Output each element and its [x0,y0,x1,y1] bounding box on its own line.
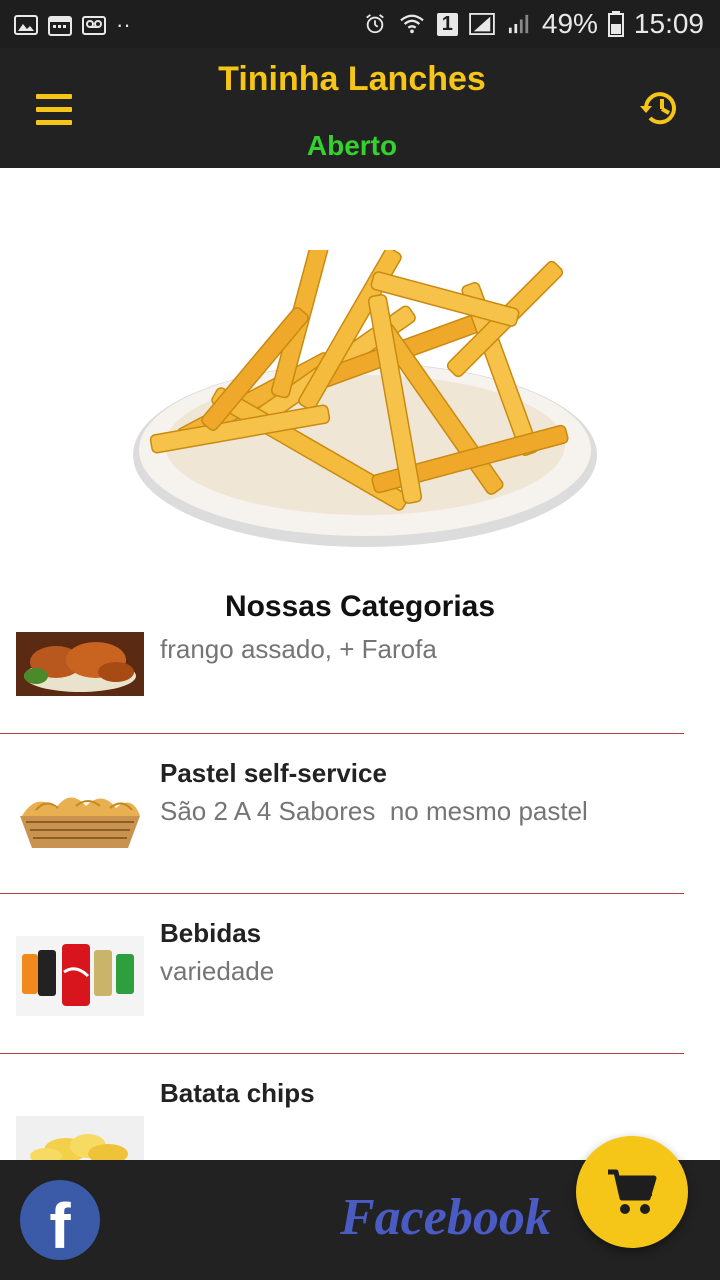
category-description: variedade [160,956,275,986]
cart-button[interactable] [576,1136,688,1248]
battery-percentage: 49% [541,8,598,39]
calendar-icon [48,16,72,36]
alarm-icon [365,14,384,34]
sim-slot-badge: 1 [436,12,458,36]
app-bar: Tininha Lanches Aberto [0,48,720,168]
pastel-basket-image [16,786,144,850]
category-item-bebidas[interactable]: Bebidas variedade [0,894,720,1054]
battery-icon [607,11,624,37]
status-bar: ·· 1 49% 15:09 [0,0,720,48]
category-item-pastel[interactable]: Pastel self-service São 2 A 4 Sabores no… [0,734,720,894]
notification-icons: ·· [14,12,131,38]
more-notifications-icon: ·· [116,12,131,37]
roast-chicken-image [16,632,144,696]
system-indicators: 1 49% 15:09 [363,8,704,40]
open-status: Aberto [306,130,398,161]
facebook-logo-letter: f [49,1190,71,1262]
category-name: Bebidas [160,918,262,948]
category-name: Batata chips [160,1078,315,1108]
categories-heading: Nossas Categorias [224,590,496,623]
history-icon[interactable] [638,86,682,130]
voicemail-icon [82,16,106,35]
gallery-icon [14,15,38,35]
category-item-frango[interactable]: frango assado, + Farofa [0,630,720,734]
soda-cans-image [16,936,144,1016]
facebook-link[interactable]: Facebook [340,1188,551,1247]
store-title: Tininha Lanches [218,60,486,98]
signal-strength-icon [508,14,529,34]
category-description: frango assado, + Farofa [160,634,437,664]
facebook-logo-button[interactable]: f [20,1180,100,1262]
category-name: Pastel self-service [160,758,387,788]
category-list: frango assado, + Farofa Pastel self-serv… [0,630,720,1160]
shopping-cart-icon [608,1169,657,1214]
clock: 15:09 [633,8,704,39]
french-fries-image [133,250,597,547]
wifi-icon [400,14,424,34]
potato-chips-image [16,1116,144,1160]
category-description: São 2 A 4 Sabores no mesmo pastel [160,796,588,826]
signal-icon [469,13,495,35]
